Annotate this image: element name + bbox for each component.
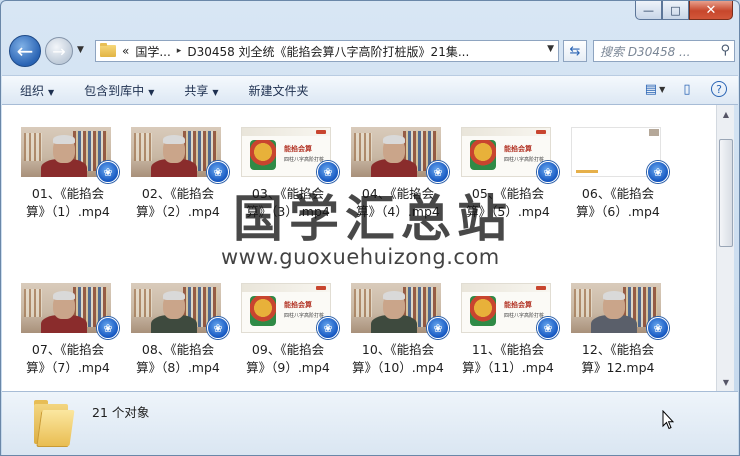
share-menu[interactable]: 共享 ▼ (184, 82, 218, 99)
media-player-icon: ❀ (317, 317, 339, 339)
file-name: 08、《能掐会 算》（8）.mp4 (136, 342, 220, 375)
refresh-button[interactable]: ⇆ (563, 40, 587, 62)
media-player-icon: ❀ (427, 317, 449, 339)
media-player-icon: ❀ (537, 161, 559, 183)
file-name: 04、《能掐会 算》（4）.mp4 (356, 186, 440, 219)
scrollbar-thumb[interactable] (719, 139, 733, 247)
view-icon: ▤ (644, 81, 658, 97)
scroll-down-icon[interactable]: ▼ (719, 375, 733, 389)
folder-icon (32, 400, 75, 446)
media-player-icon: ❀ (97, 317, 119, 339)
media-player-icon: ❀ (647, 161, 669, 183)
chevron-down-icon: ▼ (77, 45, 84, 55)
file-name: 12、《能掐会 算》12.mp4 (581, 342, 655, 375)
file-name: 05、《能掐会 算》（5）.mp4 (466, 186, 550, 219)
minimize-button[interactable]: — (635, 1, 662, 20)
chevron-down-icon: ▼ (212, 87, 219, 97)
file-name: 09、《能掐会 算》（9）.mp4 (246, 342, 330, 375)
explorer-window: — □ ✕ ← → ▼ « 国学... ▸ D30458 刘全统《能掐会算八字高… (0, 0, 740, 456)
file-name: 10、《能掐会 算》（10）.mp4 (352, 342, 444, 375)
new-folder-button[interactable]: 新建文件夹 (249, 82, 309, 99)
address-dropdown-icon[interactable]: ▼ (547, 44, 554, 54)
scroll-up-icon[interactable]: ▲ (719, 107, 733, 121)
file-name: 11、《能掐会 算》（11）.mp4 (462, 342, 554, 375)
media-player-icon: ❀ (97, 161, 119, 183)
media-player-icon: ❀ (207, 317, 229, 339)
media-player-icon: ❀ (537, 317, 559, 339)
vertical-scrollbar[interactable]: ▲ ▼ (716, 105, 734, 391)
organize-menu[interactable]: 组织 ▼ (20, 82, 54, 99)
command-bar: 组织 ▼ 包含到库中 ▼ 共享 ▼ 新建文件夹 ▤ ▼ ▯ ? (2, 75, 738, 105)
preview-pane-button[interactable]: ▯ (678, 80, 696, 98)
details-pane: 21 个对象 (2, 391, 738, 455)
file-name: 07、《能掐会 算》（7）.mp4 (26, 342, 110, 375)
preview-pane-icon: ▯ (683, 81, 691, 97)
search-icon[interactable]: ⚲ (720, 43, 730, 58)
file-list[interactable]: ❀ 01、《能掐会 算》（1）.mp4 ❀ 02、《能掐会 算》（2）.mp4 能掐会算 四柱… (2, 105, 716, 391)
help-button[interactable]: ? (710, 80, 728, 98)
view-controls: ▤ ▼ ▯ ? (644, 80, 728, 98)
breadcrumb-separator-icon[interactable]: ▸ (177, 46, 182, 56)
maximize-button[interactable]: □ (662, 1, 689, 20)
media-player-icon: ❀ (317, 161, 339, 183)
search-input[interactable]: 搜索 D30458 ... ⚲ (593, 40, 735, 62)
breadcrumb-item[interactable]: 国学... (135, 43, 170, 60)
file-name: 06、《能掐会 算》（6）.mp4 (576, 186, 660, 219)
back-button[interactable]: ← (9, 35, 41, 67)
mouse-cursor-icon (662, 410, 674, 430)
forward-button[interactable]: → (45, 37, 73, 65)
media-player-icon: ❀ (647, 317, 669, 339)
include-in-library-menu[interactable]: 包含到库中 ▼ (84, 82, 154, 99)
help-icon: ? (711, 81, 727, 97)
chevron-down-icon: ▼ (148, 87, 155, 97)
file-name: 03、《能掐会 算》（3）.mp4 (246, 186, 330, 219)
arrow-left-icon: ← (16, 39, 34, 63)
file-name: 01、《能掐会 算》（1）.mp4 (26, 186, 110, 219)
refresh-icon: ⇆ (569, 43, 581, 59)
media-player-icon: ❀ (207, 161, 229, 183)
address-bar[interactable]: « 国学... ▸ D30458 刘全统《能掐会算八字高阶打桩版》21集... … (95, 40, 559, 62)
change-view-button[interactable]: ▤ ▼ (644, 80, 666, 98)
recent-pages-dropdown[interactable]: ▼ (77, 45, 84, 55)
search-placeholder: 搜索 D30458 ... (600, 44, 691, 59)
caption-buttons: — □ ✕ (635, 1, 733, 20)
address-overflow-chevron[interactable]: « (122, 44, 129, 58)
file-name: 02、《能掐会 算》（2）.mp4 (136, 186, 220, 219)
chevron-down-icon: ▼ (48, 87, 55, 97)
breadcrumb-item[interactable]: D30458 刘全统《能掐会算八字高阶打桩版》21集... (187, 43, 469, 60)
item-count: 21 个对象 (92, 405, 150, 420)
chevron-down-icon: ▼ (659, 84, 666, 94)
navigation-bar: ← → ▼ « 国学... ▸ D30458 刘全统《能掐会算八字高阶打桩版》2… (9, 35, 735, 67)
close-button[interactable]: ✕ (689, 1, 733, 20)
media-player-icon: ❀ (427, 161, 449, 183)
arrow-right-icon: → (52, 41, 66, 61)
folder-icon (100, 43, 116, 57)
